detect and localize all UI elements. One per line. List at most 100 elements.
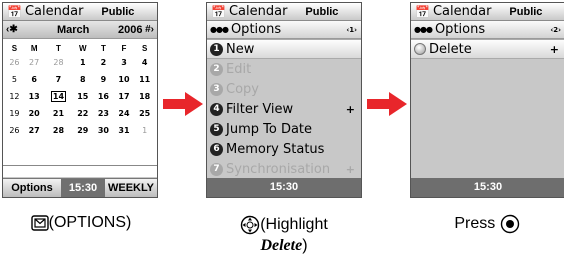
day-cell[interactable]: 21 [44,105,72,122]
weekday-header: W [78,43,87,53]
day-number: 9 [100,75,107,84]
menu-number-icon: 7 [210,162,223,176]
menu-item-delete[interactable]: Delete + [411,39,564,59]
day-cell[interactable]: 9 [93,71,114,88]
day-number: 2 [100,58,107,67]
day-number: 25 [139,109,151,118]
day-cell[interactable]: 26 [5,122,24,139]
options-softkey[interactable]: Options [3,182,61,194]
weekly-softkey[interactable]: WEEKLY [105,182,157,194]
day-cell[interactable]: 19 [5,105,24,122]
arrow-right-icon [163,92,203,116]
day-cell[interactable]: 7 [44,71,72,88]
day-cell[interactable]: 13 [24,88,45,105]
weekday-header: F [121,43,127,53]
day-cell[interactable]: 26 [5,54,24,71]
menu-number-icon: 5 [210,122,223,136]
menu-item-label: Copy [226,81,259,97]
title-bar: 📅 Calendar Public [207,3,361,21]
day-cell[interactable]: 11 [134,71,155,88]
menu-item-new[interactable]: 1 New [207,39,361,59]
options-key-icon [30,215,49,231]
day-number: 27 [28,126,40,135]
step3-caption: Press [410,214,564,234]
menu-item-label: Delete [429,41,472,57]
day-cell[interactable]: 10 [114,71,135,88]
day-cell[interactable]: 12 [5,88,24,105]
day-cell[interactable]: 29 [72,122,93,139]
step2-close: ) [302,237,308,254]
day-cell[interactable]: 31 [114,122,135,139]
day-cell[interactable]: 15 [72,88,93,105]
day-cell[interactable]: 28 [44,54,72,71]
day-number: 12 [9,92,20,101]
day-cell[interactable]: 5 [5,71,24,88]
options-screen-page2: 📅 Calendar Public ●●● Options ‹2› Delete… [410,2,564,198]
week-row: 5 6 7 8 9 10 11 [5,71,155,88]
step2-caption: (Highlight Delete) [206,214,362,256]
day-number: 27 [29,58,40,67]
day-cell[interactable]: 1 [72,54,93,71]
step2-item: Delete [260,237,303,254]
day-cell[interactable]: 27 [24,122,45,139]
day-number: 5 [11,75,17,84]
day-number: 7 [55,75,62,84]
weekday-header: T [100,43,106,53]
day-cell[interactable]: 25 [134,105,155,122]
month-name: March [57,23,90,36]
day-number: 20 [28,109,40,118]
week-row: 26 27 28 29 30 31 1 [5,122,155,139]
calendar-icon: 📅 [415,4,430,19]
menu-item-synchronisation[interactable]: 7 Synchronisation + [207,159,361,179]
day-cell[interactable]: 2 [93,54,114,71]
day-number: 1 [142,126,148,135]
day-cell[interactable]: 4 [134,54,155,71]
day-cell[interactable]: 23 [93,105,114,122]
day-cell[interactable]: 18 [134,88,155,105]
day-cell[interactable]: 17 [114,88,135,105]
menu-dots-icon: ●●● [210,25,229,34]
visibility-label: Public [305,5,339,18]
day-number: 30 [97,126,109,135]
menu-item-memory-status[interactable]: 6 Memory Status [207,139,361,159]
menu-item-label: Filter View [226,101,294,117]
calendar-screen: 📅 Calendar Public ‹✱ March 2006 #› S M T W T… [2,2,158,198]
day-number: 1 [79,58,86,67]
options-header: ●●● Options ‹1› [207,21,361,39]
day-cell[interactable]: 16 [93,88,114,105]
day-cell[interactable]: 8 [72,71,93,88]
day-cell[interactable]: 22 [72,105,93,122]
menu-item-copy[interactable]: 3 Copy [207,79,361,99]
title-bar: 📅 Calendar Public [411,3,564,21]
week-row: 26 27 28 1 2 3 4 [5,54,155,71]
weekday-header: S [141,43,148,53]
menu-item-label: Edit [226,61,252,77]
day-number: 16 [97,92,109,101]
menu-item-filter-view[interactable]: 4 Filter View + [207,99,361,119]
previous-month-icon[interactable]: ‹✱ [6,24,18,35]
day-cell[interactable]: 27 [24,54,45,71]
day-cell[interactable]: 3 [114,54,135,71]
day-cell[interactable]: 20 [24,105,45,122]
menu-number-icon: 1 [210,42,223,56]
day-cell[interactable]: 30 [93,122,114,139]
day-cell[interactable]: 24 [114,105,135,122]
select-key-icon [500,214,519,234]
arrow-right-icon [367,92,407,116]
day-cell[interactable]: 1 [134,122,155,139]
day-number: 23 [97,109,109,118]
menu-item-edit[interactable]: 2 Edit [207,59,361,79]
clock: 15:30 [411,178,564,197]
day-number: 11 [139,75,151,84]
day-cell[interactable]: 28 [44,122,72,139]
weekday-header: M [30,43,38,53]
menu-number-icon: 4 [210,102,223,116]
menu-item-jump-to-date[interactable]: 5 Jump To Date [207,119,361,139]
day-number: 4 [141,58,148,67]
next-month-icon[interactable]: #› [145,24,154,35]
day-number: 31 [118,126,130,135]
menu-item-label: New [226,41,255,57]
day-cell[interactable]: 14 [44,88,72,105]
day-cell[interactable]: 6 [24,71,45,88]
day-number: 8 [79,75,86,84]
